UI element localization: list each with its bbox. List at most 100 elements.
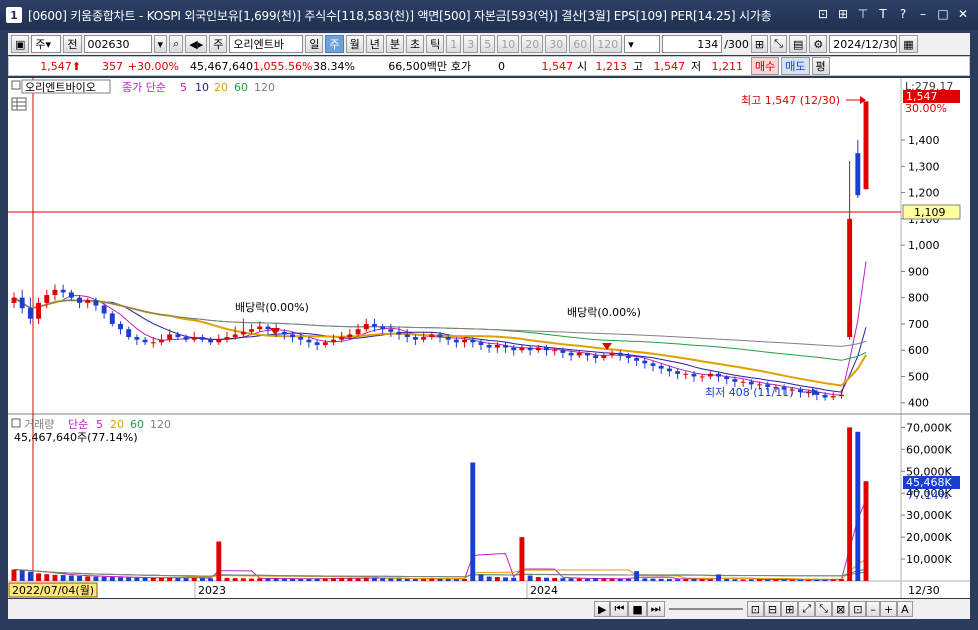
candle-body[interactable] xyxy=(486,344,492,348)
volume-bar[interactable] xyxy=(707,579,713,581)
volume-bar[interactable] xyxy=(757,579,762,581)
candle-body[interactable] xyxy=(159,339,164,343)
layout-icon[interactable]: ▣ xyxy=(11,35,30,53)
candle-body[interactable] xyxy=(527,347,533,351)
period-select[interactable]: 주 ▾ xyxy=(31,35,62,53)
volume-bar[interactable] xyxy=(421,578,427,581)
volume-legend-handle-icon[interactable] xyxy=(11,418,21,428)
volume-bar[interactable] xyxy=(68,575,74,581)
candle-body[interactable] xyxy=(232,334,238,338)
period-tick[interactable]: 틱 xyxy=(426,35,445,53)
candle-body[interactable] xyxy=(60,289,66,293)
volume-bar[interactable] xyxy=(634,571,640,581)
volume-bar[interactable] xyxy=(511,577,517,581)
candle-body[interactable] xyxy=(306,339,312,343)
volume-bar[interactable] xyxy=(36,573,42,581)
candle-body[interactable] xyxy=(847,218,853,338)
candle-body[interactable] xyxy=(453,339,459,343)
volume-bar[interactable] xyxy=(732,579,738,581)
volume-bar[interactable] xyxy=(44,574,50,581)
candle-body[interactable] xyxy=(355,329,361,335)
volume-bar[interactable] xyxy=(462,579,468,581)
candle-body[interactable] xyxy=(863,101,869,190)
candle-body[interactable] xyxy=(716,373,721,377)
zoom-in-icon[interactable]: + xyxy=(879,601,898,617)
view-icon-4[interactable]: ⤢ xyxy=(798,601,816,617)
candle-body[interactable] xyxy=(281,331,287,335)
volume-bar[interactable] xyxy=(560,578,566,581)
prev-button[interactable]: 전 xyxy=(63,35,82,53)
volume-bar[interactable] xyxy=(388,578,394,581)
candle-body[interactable] xyxy=(429,334,435,338)
candle-body[interactable] xyxy=(568,352,574,356)
candle-body[interactable] xyxy=(593,355,599,359)
volume-bar[interactable] xyxy=(404,578,410,581)
scroll-end-icon[interactable]: ⏭ xyxy=(646,601,665,617)
volume-bar[interactable] xyxy=(118,577,123,581)
stop-icon[interactable]: ■ xyxy=(628,601,647,617)
table-icon[interactable] xyxy=(11,97,27,111)
period-minute[interactable]: 분 xyxy=(385,35,404,53)
candle-body[interactable] xyxy=(347,334,353,338)
ma20-legend[interactable]: 20 xyxy=(214,81,228,94)
candle-body[interactable] xyxy=(322,342,328,345)
volume-bar[interactable] xyxy=(134,577,140,581)
volume-bar[interactable] xyxy=(699,579,705,581)
candle-body[interactable] xyxy=(740,381,746,383)
volume-bar[interactable] xyxy=(372,577,377,581)
candle-body[interactable] xyxy=(134,337,140,340)
volume-bar[interactable] xyxy=(519,537,525,581)
view-icon-2[interactable]: ⊟ xyxy=(763,601,782,617)
ma60-legend[interactable]: 60 xyxy=(234,81,248,94)
candle-body[interactable] xyxy=(519,347,525,351)
volume-bar[interactable] xyxy=(552,577,558,581)
view-icon-6[interactable]: ⊠ xyxy=(831,601,850,617)
volume-bar[interactable] xyxy=(314,578,320,581)
volume-bar[interactable] xyxy=(683,579,689,581)
code-input[interactable]: 002630 xyxy=(83,35,152,53)
candle-body[interactable] xyxy=(388,329,394,332)
volume-bar[interactable] xyxy=(290,578,295,581)
period-month[interactable]: 월 xyxy=(345,35,364,53)
candle-body[interactable] xyxy=(601,355,607,359)
volume-bar[interactable] xyxy=(601,578,607,581)
help-icon[interactable]: ? xyxy=(896,7,910,21)
interval-20[interactable]: 20 xyxy=(521,35,544,53)
candle-body[interactable] xyxy=(224,337,230,340)
code-dropdown-icon[interactable]: ▾ xyxy=(153,35,168,53)
candle-body[interactable] xyxy=(445,337,451,340)
volume-bar[interactable] xyxy=(838,579,844,581)
ma120-legend[interactable]: 120 xyxy=(254,81,275,94)
volume-bar[interactable] xyxy=(363,577,369,581)
interval-60[interactable]: 60 xyxy=(569,35,592,53)
candle-body[interactable] xyxy=(290,334,295,338)
candle-body[interactable] xyxy=(380,326,386,330)
volume-bar[interactable] xyxy=(437,578,443,581)
restore-icon[interactable]: ⊡ xyxy=(816,7,830,21)
date-input[interactable]: 2024/12/30 xyxy=(829,35,898,53)
price-legend-main[interactable]: 종가 단순 xyxy=(122,81,166,94)
candle-body[interactable] xyxy=(191,337,197,340)
candle-body[interactable] xyxy=(331,339,336,343)
volume-bar[interactable] xyxy=(199,578,205,581)
pin-icon[interactable]: ⊤ xyxy=(856,7,870,21)
candle-body[interactable] xyxy=(109,313,115,324)
volume-bar[interactable] xyxy=(85,576,91,581)
volume-bar[interactable] xyxy=(642,578,648,581)
calendar-icon[interactable]: ▦ xyxy=(899,35,918,53)
ma10-legend[interactable]: 10 xyxy=(195,81,209,94)
candle-body[interactable] xyxy=(19,297,25,309)
buy-button[interactable]: 매수 xyxy=(751,57,780,75)
candle-body[interactable] xyxy=(503,344,508,348)
candle-body[interactable] xyxy=(683,373,689,375)
volume-bar[interactable] xyxy=(175,577,181,581)
volume-bar[interactable] xyxy=(183,578,189,581)
candle-body[interactable] xyxy=(68,292,74,298)
candle-body[interactable] xyxy=(494,344,500,348)
volume-bar[interactable] xyxy=(232,578,238,581)
candle-body[interactable] xyxy=(77,297,82,303)
volume-bar[interactable] xyxy=(216,541,222,582)
candle-body[interactable] xyxy=(560,350,566,353)
candle-body[interactable] xyxy=(437,334,443,338)
candle-body[interactable] xyxy=(691,373,697,377)
